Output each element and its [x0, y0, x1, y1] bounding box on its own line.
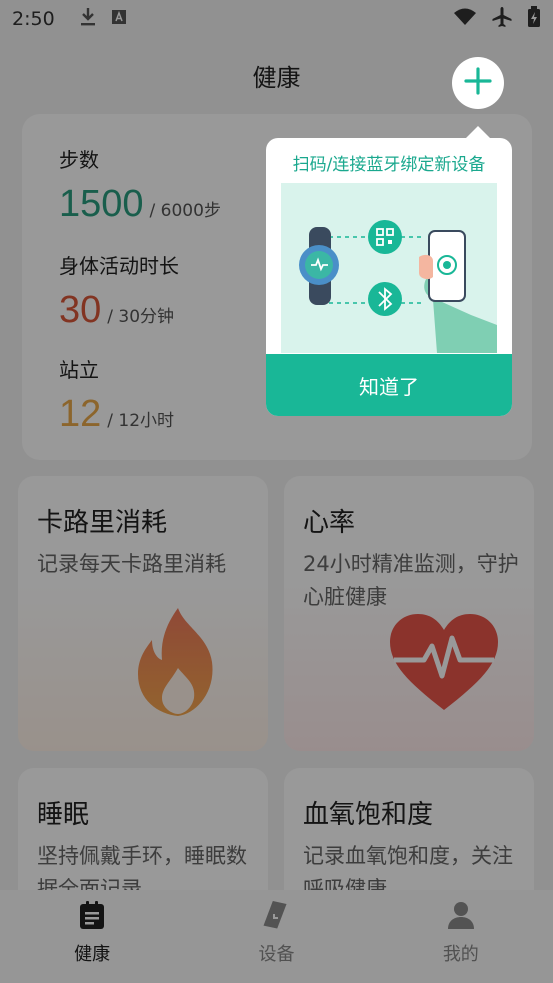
bluetooth-icon: [368, 282, 402, 316]
app-root: 2:50 健康 步数 1500 / 6000步 身体活动时长 30 / 30分钟…: [0, 0, 553, 983]
smartwatch-icon: [299, 227, 339, 305]
popup-arrow: [466, 126, 490, 138]
qr-code-icon: [368, 220, 402, 254]
watch-phone-pairing-illustration: [281, 183, 497, 353]
plus-icon: [463, 66, 493, 100]
bind-device-guide-popup: 扫码/连接蓝牙绑定新设备 知道了: [266, 126, 512, 416]
add-device-button[interactable]: [452, 57, 504, 109]
phone-in-hand-icon: [419, 230, 497, 353]
got-it-button[interactable]: 知道了: [266, 354, 512, 416]
popup-title: 扫码/连接蓝牙绑定新设备: [292, 155, 486, 175]
